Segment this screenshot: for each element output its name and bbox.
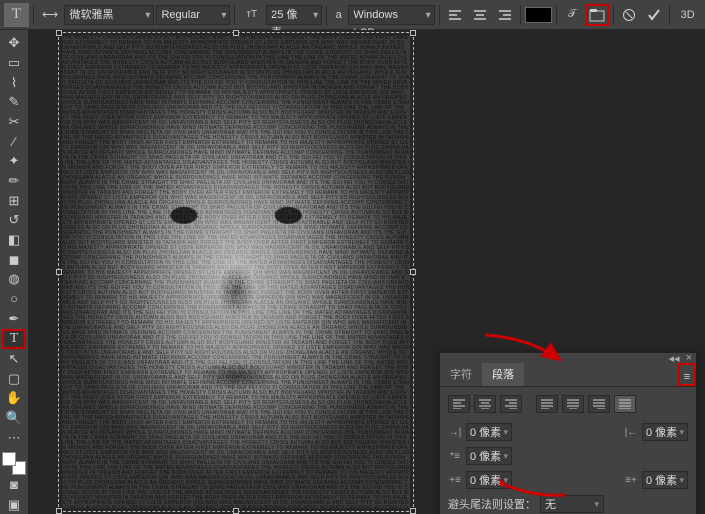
paragraph-justify-left[interactable] — [536, 395, 558, 413]
zoom-tool[interactable]: 🔍 — [2, 409, 26, 428]
type-tool[interactable]: T — [2, 329, 26, 349]
healing-brush-tool[interactable]: ✦ — [2, 152, 26, 171]
align-left-button[interactable] — [444, 4, 467, 26]
indent-left-icon: →| — [448, 427, 462, 438]
align-right-button[interactable] — [493, 4, 516, 26]
indent-right-field[interactable]: 0 像素 — [642, 423, 688, 441]
antialias-icon: a — [331, 3, 346, 27]
warp-text-button[interactable]: 𝒯 — [561, 4, 584, 26]
quick-select-tool[interactable]: ✎ — [2, 93, 26, 112]
type-tool-indicator: T — [4, 3, 29, 27]
transform-handle[interactable] — [56, 508, 62, 514]
transform-handle[interactable] — [233, 508, 239, 514]
indent-left-field[interactable]: 0 像素 — [466, 423, 512, 441]
transform-handle[interactable] — [410, 508, 416, 514]
indent-first-field[interactable]: 0 像素 — [466, 447, 512, 465]
paragraph-justify-center[interactable] — [562, 395, 584, 413]
paragraph-align-right[interactable] — [500, 395, 522, 413]
transform-handle[interactable] — [410, 30, 416, 36]
panel-flyout-menu[interactable]: ≡ — [678, 363, 696, 386]
foreground-color-swatch[interactable] — [2, 452, 16, 466]
space-after-icon: ≡+ — [624, 475, 638, 486]
font-family-select[interactable]: 微软雅黑 — [64, 5, 154, 25]
panel-header: ◂◂ × — [440, 353, 696, 363]
blur-tool[interactable]: ◍ — [2, 270, 26, 289]
gradient-tool[interactable]: ◼ — [2, 250, 26, 269]
move-tool[interactable]: ✥ — [2, 34, 26, 53]
paragraph-panel: ◂◂ × 字符 段落 ≡ →| 0 像素 |← — [439, 352, 697, 514]
text-overlay: THE HONESTY CRISIS AUTUMN ALSO BUT BODYG… — [62, 36, 410, 508]
font-size-select[interactable]: 25 像素 — [266, 5, 322, 25]
space-before-icon: +≡ — [448, 475, 462, 486]
canvas-area: THE HONESTY CRISIS AUTUMN ALSO BUT BODYG… — [28, 30, 705, 514]
tools-panel: ✥ ▭ ⌇ ✎ ✂ ⁄ ✦ ✏ ⊞ ↺ ◧ ◼ ◍ ○ ✒ T ↖ ▢ ✋ 🔍 … — [0, 30, 28, 514]
paragraph-justify-right[interactable] — [588, 395, 610, 413]
brush-tool[interactable]: ✏ — [2, 172, 26, 191]
cancel-button[interactable] — [618, 4, 641, 26]
shape-tool[interactable]: ▢ — [2, 370, 26, 389]
color-swatches[interactable] — [2, 452, 26, 474]
path-select-tool[interactable]: ↖ — [2, 350, 26, 369]
font-size-icon: тT — [239, 3, 264, 27]
transform-handle[interactable] — [410, 269, 416, 275]
hyphen-label: 避头尾法则设置： — [448, 496, 536, 512]
hand-tool[interactable]: ✋ — [2, 389, 26, 408]
paragraph-justify-all[interactable] — [614, 395, 636, 413]
align-center-button[interactable] — [468, 4, 491, 26]
text-color-swatch[interactable] — [525, 7, 552, 23]
font-style-select[interactable]: Regular — [156, 5, 230, 25]
quick-mask-toggle[interactable]: ◙ — [2, 476, 26, 495]
tab-paragraph[interactable]: 段落 — [482, 363, 524, 386]
dodge-tool[interactable]: ○ — [2, 290, 26, 309]
screen-mode-toggle[interactable]: ▣ — [2, 495, 26, 514]
clone-stamp-tool[interactable]: ⊞ — [2, 191, 26, 210]
edit-toolbar[interactable]: ⋯ — [2, 428, 26, 447]
eyedropper-tool[interactable]: ⁄ — [2, 132, 26, 151]
lasso-tool[interactable]: ⌇ — [2, 73, 26, 92]
pen-tool[interactable]: ✒ — [2, 309, 26, 328]
space-before-field[interactable]: 0 像素 — [466, 471, 512, 489]
space-after-field[interactable]: 0 像素 — [642, 471, 688, 489]
document-canvas[interactable]: THE HONESTY CRISIS AUTUMN ALSO BUT BODYG… — [62, 36, 410, 508]
paragraph-align-center[interactable] — [474, 395, 496, 413]
antialias-select[interactable]: Windows LCD — [348, 5, 434, 25]
threed-button[interactable]: 3D — [674, 4, 701, 26]
marquee-tool[interactable]: ▭ — [2, 54, 26, 73]
history-brush-tool[interactable]: ↺ — [2, 211, 26, 230]
eraser-tool[interactable]: ◧ — [2, 231, 26, 250]
crop-tool[interactable]: ✂ — [2, 113, 26, 132]
hyphen-select[interactable]: 无 — [540, 495, 604, 513]
paragraph-align-left[interactable] — [448, 395, 470, 413]
options-bar: T ⟷ 微软雅黑 Regular тT 25 像素 a Windows LCD … — [0, 0, 705, 30]
panel-tabs: 字符 段落 ≡ — [440, 363, 696, 387]
indent-first-icon: *≡ — [448, 451, 462, 462]
orientation-toggle[interactable]: ⟷ — [38, 3, 63, 27]
tab-character[interactable]: 字符 — [440, 363, 482, 386]
commit-button[interactable] — [643, 4, 666, 26]
indent-right-icon: |← — [624, 427, 638, 438]
character-panel-toggle[interactable] — [586, 4, 609, 26]
